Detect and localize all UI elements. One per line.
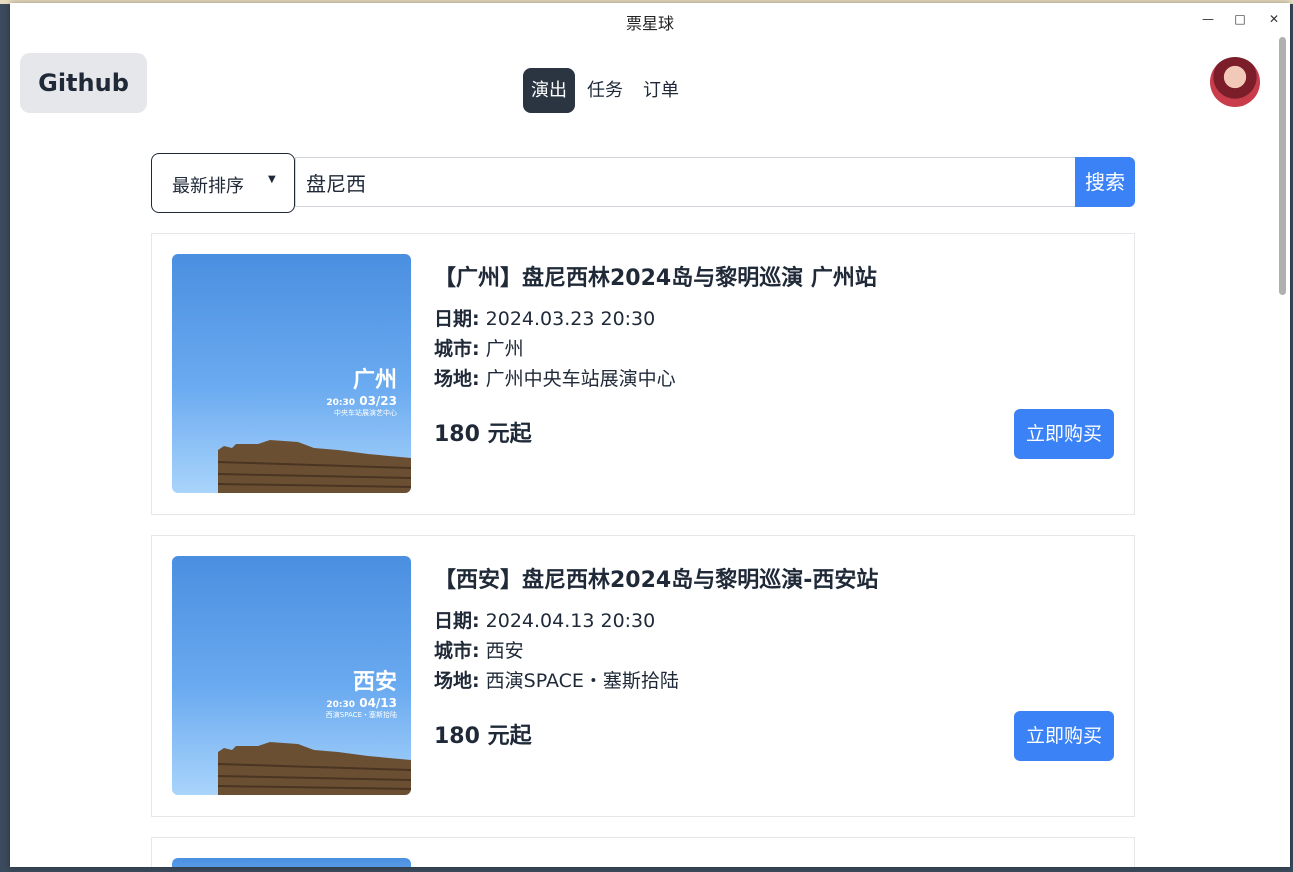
venue-label: 场地: — [434, 368, 480, 390]
venue-value: 西演SPACE・塞斯拾陆 — [485, 670, 679, 692]
event-city: 城市: 西安 — [434, 636, 524, 663]
main-nav: 演出 任务 订单 — [523, 68, 687, 113]
poster-time: 20:30 — [326, 398, 356, 408]
city-value: 西安 — [485, 640, 524, 662]
poster-city: 西安 — [352, 670, 397, 695]
poster-city: 广州 — [352, 368, 397, 393]
venue-label: 场地: — [434, 670, 480, 692]
poster-venue: 中央车站展演艺中心 — [334, 409, 397, 417]
search-input[interactable] — [295, 157, 1075, 207]
poster-venue: 西演SPACE・塞斯拾陆 — [325, 711, 397, 719]
sort-dropdown[interactable]: 最新排序 ▼ — [151, 153, 295, 213]
search-button[interactable]: 搜索 — [1075, 157, 1135, 207]
event-price: 180 元起 — [434, 724, 532, 749]
event-poster[interactable]: 西安 20:30 04/13 西演SPACE・塞斯拾陆 — [172, 556, 411, 795]
poster-date: 03/23 — [359, 394, 397, 408]
poster-wall-illustration — [218, 742, 411, 795]
event-date: 日期: 2024.03.23 20:30 — [434, 304, 655, 331]
date-value: 2024.03.23 20:30 — [485, 308, 656, 330]
event-title[interactable]: 【西安】盘尼西林2024岛与黎明巡演-西安站 — [434, 562, 878, 594]
scrollbar-thumb[interactable] — [1279, 37, 1286, 295]
poster-time: 20:30 — [326, 700, 356, 710]
event-card — [151, 837, 1135, 867]
poster-wall-illustration — [218, 440, 411, 493]
event-venue: 场地: 西演SPACE・塞斯拾陆 — [434, 666, 679, 693]
event-date: 日期: 2024.04.13 20:30 — [434, 606, 655, 633]
tab-orders[interactable]: 订单 — [635, 68, 687, 113]
github-button[interactable]: Github — [20, 53, 147, 113]
close-icon[interactable]: ✕ — [1263, 9, 1285, 29]
title-bar: 票星球 — □ ✕ — [10, 3, 1290, 35]
tab-shows[interactable]: 演出 — [523, 68, 575, 113]
minimize-icon[interactable]: — — [1197, 9, 1219, 29]
poster-datetime: 20:30 04/13 — [326, 696, 397, 710]
chevron-down-icon: ▼ — [268, 174, 276, 185]
event-title[interactable]: 【广州】盘尼西林2024岛与黎明巡演 广州站 — [434, 260, 877, 292]
city-value: 广州 — [485, 338, 524, 360]
venue-value: 广州中央车站展演中心 — [485, 368, 676, 390]
event-poster[interactable]: 广州 20:30 03/23 中央车站展演艺中心 — [172, 254, 411, 493]
event-card: 广州 20:30 03/23 中央车站展演艺中心 【广州】盘尼西林2024岛与黎… — [151, 233, 1135, 515]
sort-selected-label: 最新排序 — [172, 176, 244, 197]
window-title: 票星球 — [625, 14, 674, 33]
poster-datetime: 20:30 03/23 — [326, 394, 397, 408]
event-price: 180 元起 — [434, 422, 532, 447]
event-venue: 场地: 广州中央车站展演中心 — [434, 364, 676, 391]
buy-now-button[interactable]: 立即购买 — [1014, 409, 1114, 459]
vertical-scrollbar[interactable] — [1276, 35, 1290, 867]
poster-date: 04/13 — [359, 696, 397, 710]
event-poster[interactable] — [172, 858, 411, 867]
date-label: 日期: — [434, 610, 480, 632]
city-label: 城市: — [434, 640, 480, 662]
maximize-icon[interactable]: □ — [1229, 9, 1251, 29]
date-value: 2024.04.13 20:30 — [485, 610, 656, 632]
event-card: 西安 20:30 04/13 西演SPACE・塞斯拾陆 【西安】盘尼西林2024… — [151, 535, 1135, 817]
buy-now-button[interactable]: 立即购买 — [1014, 711, 1114, 761]
user-avatar[interactable] — [1210, 57, 1260, 107]
app-window: 票星球 — □ ✕ Github 演出 任务 订单 最新排序 ▼ 搜索 广州 2… — [10, 3, 1290, 867]
event-city: 城市: 广州 — [434, 334, 524, 361]
date-label: 日期: — [434, 308, 480, 330]
city-label: 城市: — [434, 338, 480, 360]
tab-tasks[interactable]: 任务 — [579, 68, 631, 113]
